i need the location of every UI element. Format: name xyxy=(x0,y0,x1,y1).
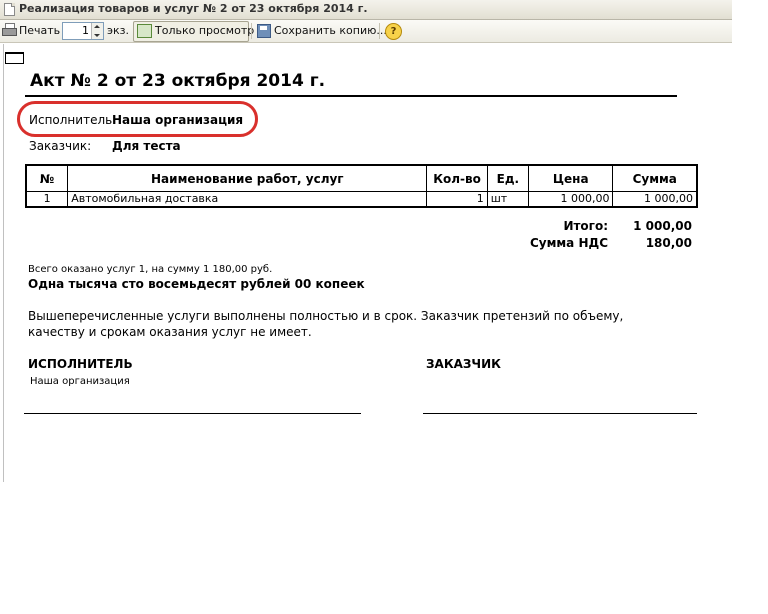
total-value: 1 000,00 xyxy=(633,219,692,233)
save-copy-button[interactable]: Сохранить копию... xyxy=(274,22,387,40)
table-row: 1 Автомобильная доставка 1 шт 1 000,00 1… xyxy=(25,191,698,208)
row-marker[interactable] xyxy=(5,52,24,64)
cell-price: 1 000,00 xyxy=(527,191,614,208)
view-only-icon xyxy=(137,24,152,38)
customer-value: Для теста xyxy=(112,139,181,153)
summary-in-words: Одна тысяча сто восемьдесят рублей 00 ко… xyxy=(28,277,365,291)
col-name-header: Наименование работ, услуг xyxy=(67,164,428,192)
total-label: Итого: xyxy=(563,219,608,233)
help-icon[interactable]: ? xyxy=(385,23,402,40)
cell-sum: 1 000,00 xyxy=(612,191,698,208)
document-title: Акт № 2 от 23 октября 2014 г. xyxy=(30,71,326,91)
toolbar-separator xyxy=(251,23,252,39)
printer-icon[interactable] xyxy=(2,23,17,37)
view-only-label: Только просмотр xyxy=(155,24,255,37)
summary-small-text: Всего оказано услуг 1, на сумму 1 180,00… xyxy=(28,264,273,275)
customer-label: Заказчик: xyxy=(29,139,92,153)
col-sum-header: Сумма xyxy=(612,164,698,192)
vat-value: 180,00 xyxy=(645,236,692,250)
copies-spin-buttons[interactable] xyxy=(91,23,103,39)
performer-signature-heading: ИСПОЛНИТЕЛЬ xyxy=(28,357,133,371)
performer-signature-name: Наша организация xyxy=(30,376,130,387)
window-title: Реализация товаров и услуг № 2 от 23 окт… xyxy=(19,2,368,15)
col-unit-header: Ед. xyxy=(486,164,529,192)
highlight-oval xyxy=(17,101,258,137)
window-titlebar: Реализация товаров и услуг № 2 от 23 окт… xyxy=(0,0,732,20)
customer-signature-line xyxy=(423,413,697,414)
col-qty-header: Кол-во xyxy=(426,164,488,192)
left-rail xyxy=(3,44,4,482)
copies-unit-label: экз. xyxy=(107,24,130,37)
print-button[interactable]: Печать xyxy=(19,22,60,40)
col-number-header: № xyxy=(25,164,69,192)
vat-label: Сумма НДС xyxy=(529,236,608,250)
toolbar-separator xyxy=(379,23,380,39)
spin-up-icon[interactable] xyxy=(94,25,100,28)
services-table: № Наименование работ, услуг Кол-во Ед. Ц… xyxy=(25,164,698,208)
performer-signature-line xyxy=(24,413,361,414)
cell-number: 1 xyxy=(25,191,69,208)
copies-value: 1 xyxy=(82,24,89,37)
document-icon xyxy=(4,3,15,16)
cell-name: Автомобильная доставка xyxy=(67,191,428,208)
col-price-header: Цена xyxy=(527,164,614,192)
title-underline xyxy=(25,95,677,97)
floppy-disk-icon xyxy=(257,24,271,38)
toolbar: Печать 1 экз. Только просмотр Сохранить … xyxy=(0,20,732,43)
spin-down-icon[interactable] xyxy=(94,34,100,37)
cell-unit: шт xyxy=(486,191,529,208)
statement-paragraph: Вышеперечисленные услуги выполнены полно… xyxy=(28,309,624,339)
cell-qty: 1 xyxy=(426,191,488,208)
table-header-row: № Наименование работ, услуг Кол-во Ед. Ц… xyxy=(25,164,698,192)
customer-signature-heading: ЗАКАЗЧИК xyxy=(426,357,501,371)
copies-stepper[interactable]: 1 xyxy=(62,22,104,40)
